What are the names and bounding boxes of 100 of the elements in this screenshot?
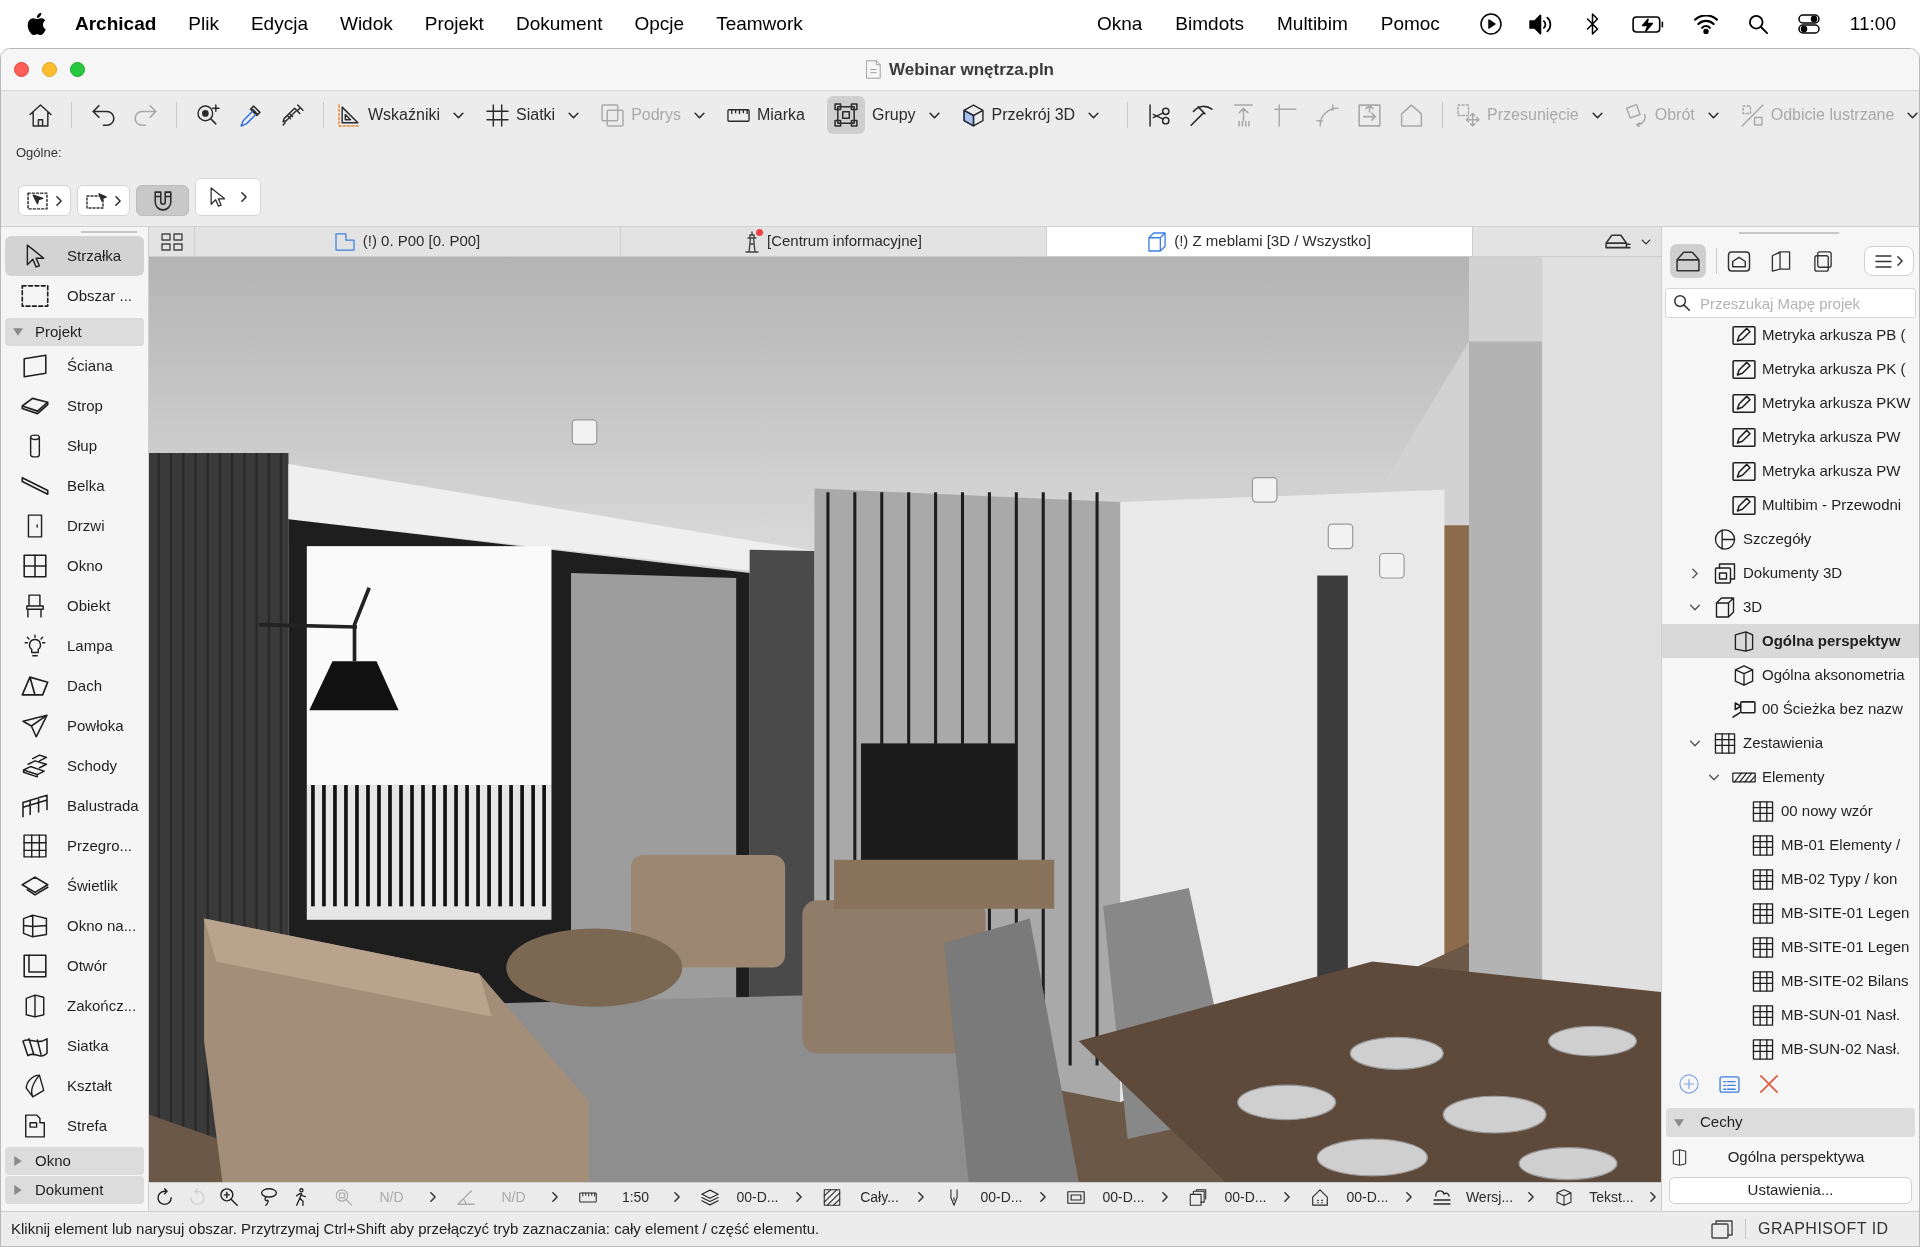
speaker-icon[interactable] bbox=[1528, 13, 1553, 35]
tool-button[interactable]: Zakończ... bbox=[5, 986, 144, 1026]
tree-item[interactable]: MB-SUN-01 Nasł. bbox=[1662, 998, 1919, 1032]
search-icon[interactable] bbox=[1748, 14, 1768, 34]
menu-item[interactable]: Teamwork bbox=[716, 9, 803, 39]
menu-item[interactable]: Edycja bbox=[250, 9, 308, 39]
info-box-button[interactable] bbox=[195, 178, 261, 216]
section-header[interactable]: Dokument bbox=[5, 1176, 144, 1204]
tool-button[interactable]: Siatka bbox=[5, 1026, 144, 1066]
section-header[interactable]: Okno bbox=[5, 1147, 144, 1175]
tree-item[interactable]: Metryka arkusza PK ( bbox=[1662, 352, 1919, 386]
tool-button[interactable]: Słup bbox=[5, 426, 144, 466]
navigation-popup-button[interactable]: 00-D... bbox=[683, 1183, 805, 1211]
toolbar-button[interactable]: Wskaźniki bbox=[334, 96, 468, 134]
section-header[interactable]: Cechy bbox=[1666, 1108, 1915, 1137]
toolbar-button[interactable]: Grupy bbox=[822, 96, 944, 134]
chevron-down-icon[interactable] bbox=[1689, 603, 1701, 611]
chevron-right-icon[interactable] bbox=[1692, 567, 1698, 579]
menu-item[interactable]: Opcje bbox=[634, 9, 685, 39]
tree-item[interactable]: Metryka arkusza PKW bbox=[1662, 386, 1919, 420]
tool-button[interactable]: Przegro... bbox=[5, 826, 144, 866]
tool-button[interactable]: Strefa bbox=[5, 1106, 144, 1146]
toolbar-button[interactable]: Miarka bbox=[722, 96, 809, 134]
tree-item[interactable]: Ogólna aksonometria bbox=[1662, 658, 1919, 692]
tool-button[interactable]: Powłoka bbox=[5, 706, 144, 746]
tool-button[interactable]: Lampa bbox=[5, 626, 144, 666]
tree-item[interactable]: MB-SITE-01 Legen bbox=[1662, 930, 1919, 964]
navigation-popup-button[interactable]: 00-D... bbox=[1293, 1183, 1415, 1211]
tree-item[interactable]: MB-SITE-01 Legen bbox=[1662, 896, 1919, 930]
tool-button[interactable]: Ściana bbox=[5, 346, 144, 386]
delete-button[interactable] bbox=[1760, 1075, 1778, 1093]
tool-button[interactable]: Okno na... bbox=[5, 906, 144, 946]
tree-item[interactable]: Zestawienia bbox=[1662, 726, 1919, 760]
tree-item[interactable]: Metryka arkusza PB ( bbox=[1662, 318, 1919, 352]
toolbar-button[interactable]: Przekrój 3D bbox=[957, 96, 1104, 134]
account-label[interactable]: GRAPHISOFT ID bbox=[1758, 1217, 1889, 1241]
tree-item[interactable]: 00 Ścieżka bez nazw bbox=[1662, 692, 1919, 726]
search-field[interactable]: Przeszukaj Mapę projek bbox=[1665, 288, 1916, 318]
view-tab[interactable]: (!) Z meblami [3D / Wszystko] bbox=[1047, 227, 1473, 256]
wifi-icon[interactable] bbox=[1693, 14, 1718, 34]
apple-icon[interactable] bbox=[26, 11, 47, 37]
tree-item[interactable]: Multibim - Przewodni bbox=[1662, 488, 1919, 522]
toolbar-button[interactable]: Siatki bbox=[482, 96, 584, 134]
tool-button[interactable]: Otwór bbox=[5, 946, 144, 986]
menu-item[interactable]: Multibim bbox=[1277, 9, 1348, 39]
tree-item[interactable]: MB-02 Typy / kon bbox=[1662, 862, 1919, 896]
tree-item[interactable]: Dokumenty 3D bbox=[1662, 556, 1919, 590]
tool-button[interactable]: Świetlik bbox=[5, 866, 144, 906]
toggle-switches-icon[interactable] bbox=[1797, 14, 1820, 34]
tool-button[interactable]: Drzwi bbox=[5, 506, 144, 546]
tree-item[interactable]: Metryka arkusza PW bbox=[1662, 454, 1919, 488]
navigation-popup-button[interactable]: 1:50 bbox=[561, 1183, 683, 1211]
play-circle-icon[interactable] bbox=[1479, 13, 1502, 35]
bluetooth-icon[interactable] bbox=[1585, 13, 1599, 35]
tool-button[interactable]: Schody bbox=[5, 746, 144, 786]
chevron-down-icon[interactable] bbox=[1708, 773, 1720, 781]
navigation-popup-button[interactable]: 00-D... bbox=[1171, 1183, 1293, 1211]
tool-button[interactable]: Balustrada bbox=[5, 786, 144, 826]
tree-item[interactable]: MB-SITE-02 Bilans bbox=[1662, 964, 1919, 998]
tool-button[interactable]: Okno bbox=[5, 546, 144, 586]
menu-item[interactable]: Pomoc bbox=[1380, 9, 1440, 39]
navigation-popup-button[interactable]: 00-D... bbox=[927, 1183, 1049, 1211]
navigator-menu-button[interactable] bbox=[1864, 246, 1914, 276]
tool-button[interactable]: Kształt bbox=[5, 1066, 144, 1106]
info-box-button[interactable] bbox=[136, 185, 189, 216]
tree-item[interactable]: 00 nowy wzór bbox=[1662, 794, 1919, 828]
tree-item[interactable]: MB-01 Elementy / bbox=[1662, 828, 1919, 862]
tree-item[interactable]: Elementy bbox=[1662, 760, 1919, 794]
clock[interactable]: 11:00 bbox=[1849, 9, 1896, 39]
menu-item[interactable]: Dokument bbox=[515, 9, 603, 39]
info-box-button[interactable] bbox=[77, 185, 130, 216]
tree-item[interactable]: 3D bbox=[1662, 590, 1919, 624]
navigation-popup-button[interactable]: Wersj... bbox=[1415, 1183, 1537, 1211]
section-header[interactable]: Projekt bbox=[5, 318, 144, 346]
tool-button[interactable]: Obiekt bbox=[5, 586, 144, 626]
app-menu[interactable]: Archicad bbox=[75, 9, 157, 39]
navigation-popup-button[interactable]: 00-D... bbox=[1049, 1183, 1171, 1211]
menu-item[interactable]: Bimdots bbox=[1175, 9, 1244, 39]
menu-item[interactable]: Plik bbox=[188, 9, 219, 39]
navigation-popup-button[interactable]: Cały... bbox=[805, 1183, 927, 1211]
settings-button[interactable]: Ustawienia... bbox=[1669, 1177, 1912, 1204]
menu-item[interactable]: Projekt bbox=[424, 9, 484, 39]
chevron-down-icon[interactable] bbox=[1689, 739, 1701, 747]
tool-button[interactable]: Strzałka bbox=[5, 236, 144, 276]
battery-icon[interactable] bbox=[1631, 15, 1664, 33]
menu-item[interactable]: Widok bbox=[339, 9, 393, 39]
info-box-button[interactable] bbox=[18, 185, 71, 216]
navigator-tab[interactable] bbox=[1670, 244, 1706, 278]
close-button[interactable] bbox=[14, 62, 29, 77]
tree-item[interactable]: Szczegóły bbox=[1662, 522, 1919, 556]
overlapping-windows-icon[interactable] bbox=[1711, 1219, 1733, 1239]
view-settings-button[interactable] bbox=[1719, 1075, 1740, 1093]
tool-button[interactable]: Obszar ... bbox=[5, 276, 144, 316]
tree-item[interactable]: MB-SUN-02 Nasł. bbox=[1662, 1032, 1919, 1066]
tool-button[interactable]: Belka bbox=[5, 466, 144, 506]
tool-button[interactable]: Strop bbox=[5, 386, 144, 426]
tree-item[interactable]: Ogólna perspektyw bbox=[1662, 624, 1919, 658]
tree-item[interactable]: Metryka arkusza PW bbox=[1662, 420, 1919, 454]
navigation-popup-button[interactable]: Tekst... bbox=[1537, 1183, 1659, 1211]
menu-item[interactable]: Okna bbox=[1096, 9, 1143, 39]
